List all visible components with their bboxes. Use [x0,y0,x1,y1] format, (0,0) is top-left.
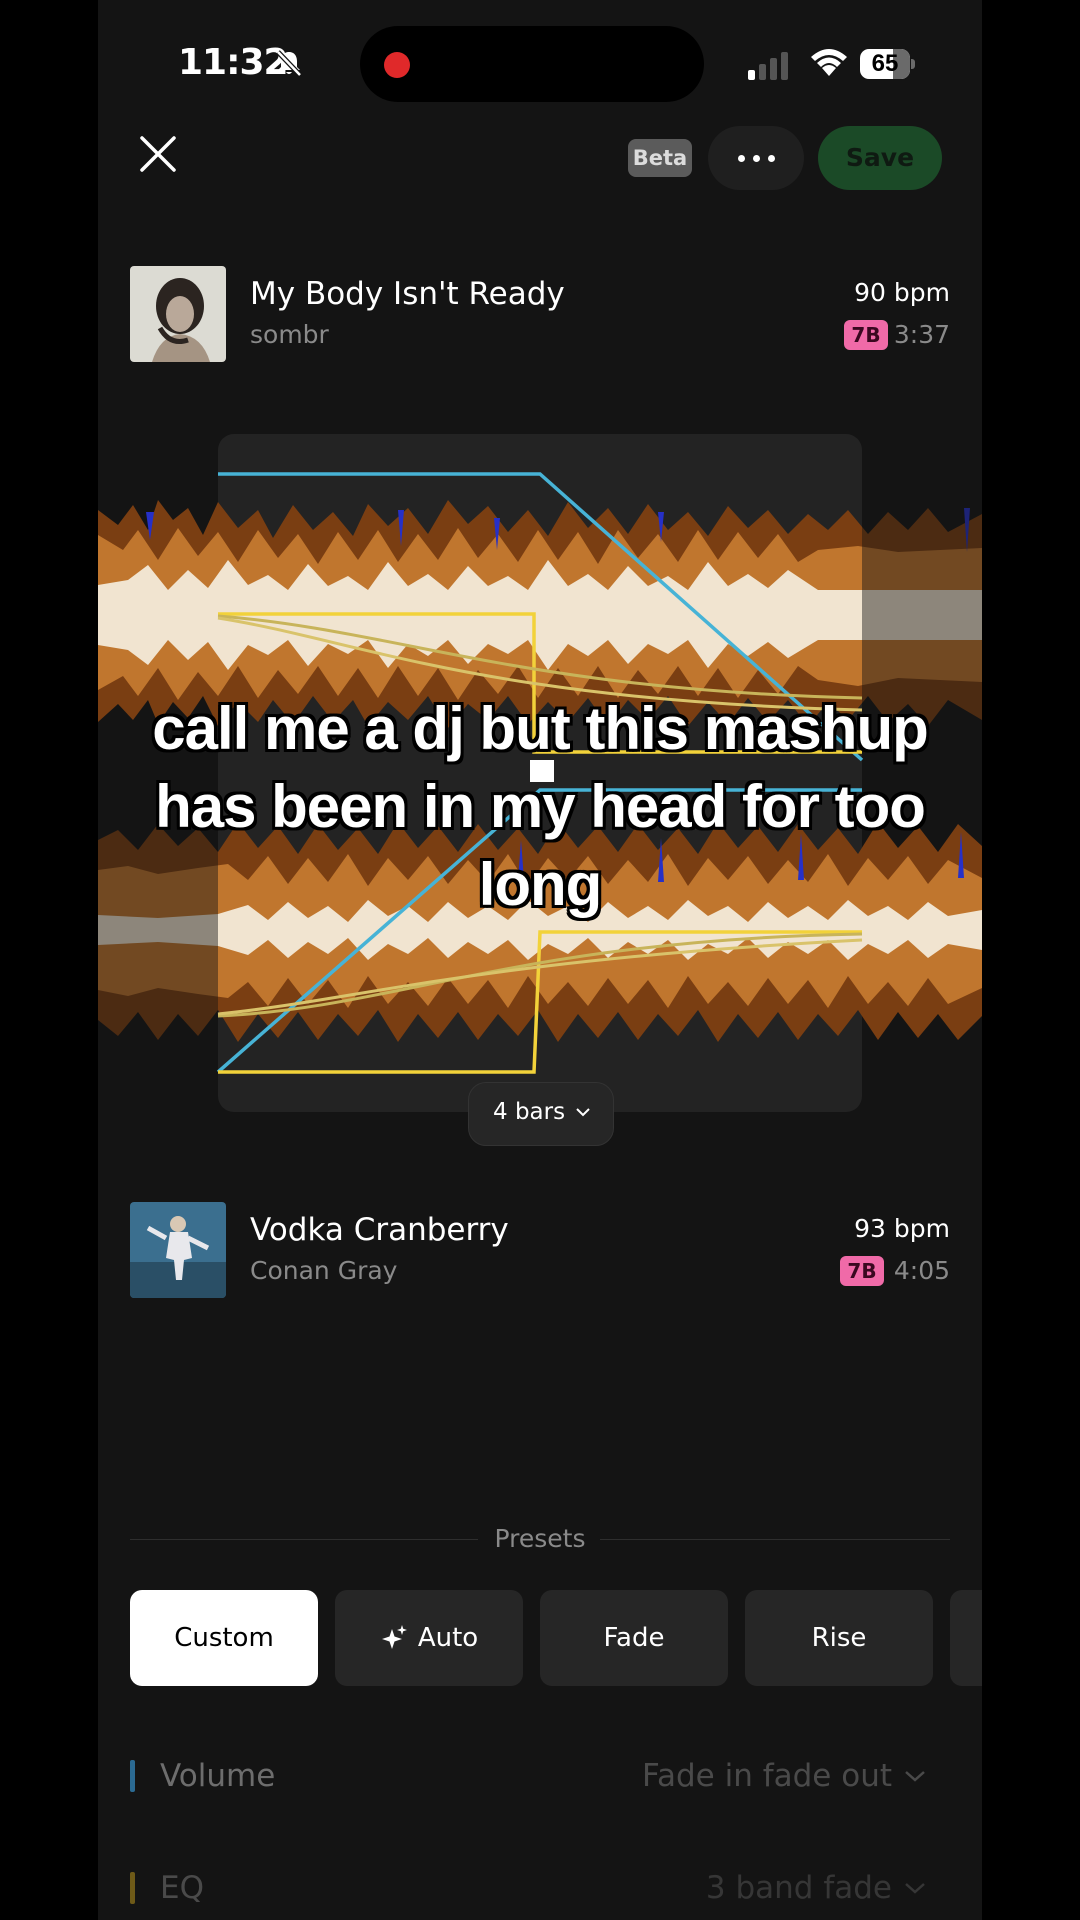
chevron-down-icon [905,1771,925,1782]
preset-fade-button[interactable]: Fade [540,1590,728,1686]
caption-line: has been in my head for too [155,773,926,840]
track-duration: 4:05 [893,1256,950,1285]
eq-color-marker [130,1872,135,1904]
chevron-down-icon [576,1108,590,1117]
preset-custom-button[interactable]: Custom [130,1590,318,1686]
preset-rise-button[interactable]: Rise [745,1590,933,1686]
preset-next-button[interactable] [950,1590,982,1686]
video-caption: call me a dj but this mashup has been in… [98,690,982,924]
volume-setting-row[interactable]: Volume Fade in fade out [130,1746,950,1806]
track-title: Vodka Cranberry [250,1212,509,1248]
album-cover-conan-gray [130,1202,226,1298]
incoming-track[interactable]: Vodka Cranberry Conan Gray 93 bpm 7B 4:0… [130,1202,950,1298]
chevron-down-icon [905,1883,925,1894]
eq-value: 3 band fade [705,1870,892,1906]
track-key-badge: 7B [840,1256,884,1286]
mix-editor-screen: 11:32 65 Beta Save My Body Isn't Ready s… [98,0,982,1920]
preset-auto-label: Auto [417,1623,479,1653]
preset-auto-button[interactable]: Auto [335,1590,523,1686]
caption-line: long [478,851,603,918]
track-bpm: 93 bpm [854,1214,950,1243]
volume-label: Volume [160,1758,276,1794]
volume-value: Fade in fade out [642,1758,892,1794]
sparkle-icon [381,1624,407,1649]
bars-length-label: 4 bars [493,1099,566,1125]
automation-curves[interactable] [98,0,982,1140]
eq-label: EQ [160,1870,204,1906]
divider [600,1539,950,1540]
bars-length-dropdown[interactable]: 4 bars [468,1082,614,1146]
track-artist: Conan Gray [250,1256,398,1285]
eq-setting-row[interactable]: EQ 3 band fade [130,1858,950,1918]
caption-line: call me a dj but this mashup [152,695,929,762]
volume-color-marker [130,1760,135,1792]
